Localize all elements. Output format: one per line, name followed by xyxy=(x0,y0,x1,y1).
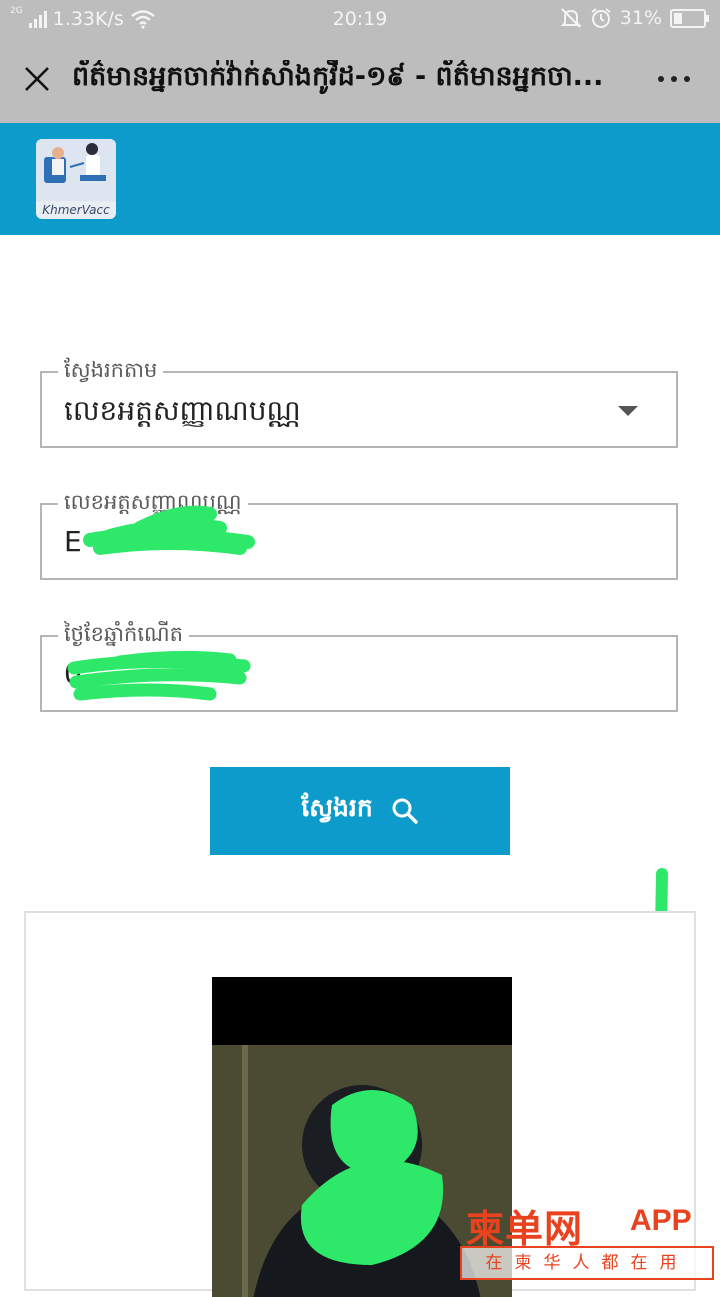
battery-level xyxy=(674,12,682,24)
watermark-tagline: 在柬华人都在用 xyxy=(460,1246,714,1280)
status-bar: 2G 1.33K/s 20:19 31% xyxy=(0,0,720,38)
dob-field[interactable]: ថ្ងៃខែឆ្នាំកំណើត 0 xyxy=(40,621,678,712)
id-number-field[interactable]: លេខអត្តសញ្ញាណបណ្ណ E xyxy=(40,489,678,580)
page-title: ព័ត៌មានអ្នកចាក់វ៉ាក់សាំងកូវីដ-១៩ - ព័ត៌ម… xyxy=(72,61,604,92)
vaccination-illustration-icon xyxy=(36,139,116,201)
dob-value: 0 xyxy=(64,657,82,690)
id-number-value: E xyxy=(64,525,82,558)
dropdown-arrow-icon xyxy=(618,406,638,416)
search-by-select[interactable]: ស្វែងរកតាម លេខអត្តសញ្ញាណបណ្ណ xyxy=(40,357,678,448)
browser-title-bar: ព័ត៌មានអ្នកចាក់វ៉ាក់សាំងកូវីដ-១៩ - ព័ត៌ម… xyxy=(0,38,720,123)
battery-icon xyxy=(670,8,709,28)
alarm-icon xyxy=(591,8,611,28)
id-number-label: លេខអត្តសញ្ញាណបណ្ណ xyxy=(58,489,248,520)
app-watermark: 柬单网 APP 在柬华人都在用 xyxy=(460,1198,720,1280)
search-button-label: ស្វែងរក xyxy=(301,793,373,822)
search-button[interactable]: ស្វែងរក xyxy=(210,767,510,855)
watermark-brand: 柬单网 xyxy=(466,1209,584,1251)
status-right: 31% xyxy=(560,7,709,29)
bell-muted-icon xyxy=(560,8,582,28)
app-header: KhmerVacc xyxy=(0,123,720,235)
more-options-icon[interactable] xyxy=(658,76,690,82)
search-by-label: ស្វែងរកតាម xyxy=(58,357,164,388)
khmervacc-logo[interactable]: KhmerVacc xyxy=(36,139,116,219)
search-icon xyxy=(392,798,418,824)
logo-text: KhmerVacc xyxy=(42,203,110,217)
dob-label: ថ្ងៃខែឆ្នាំកំណើត xyxy=(58,621,189,652)
close-icon[interactable] xyxy=(22,64,52,94)
battery-percent: 31% xyxy=(619,7,662,29)
watermark-app: APP xyxy=(630,1204,692,1237)
search-by-value: លេខអត្តសញ្ញាណបណ្ណ xyxy=(64,394,301,427)
